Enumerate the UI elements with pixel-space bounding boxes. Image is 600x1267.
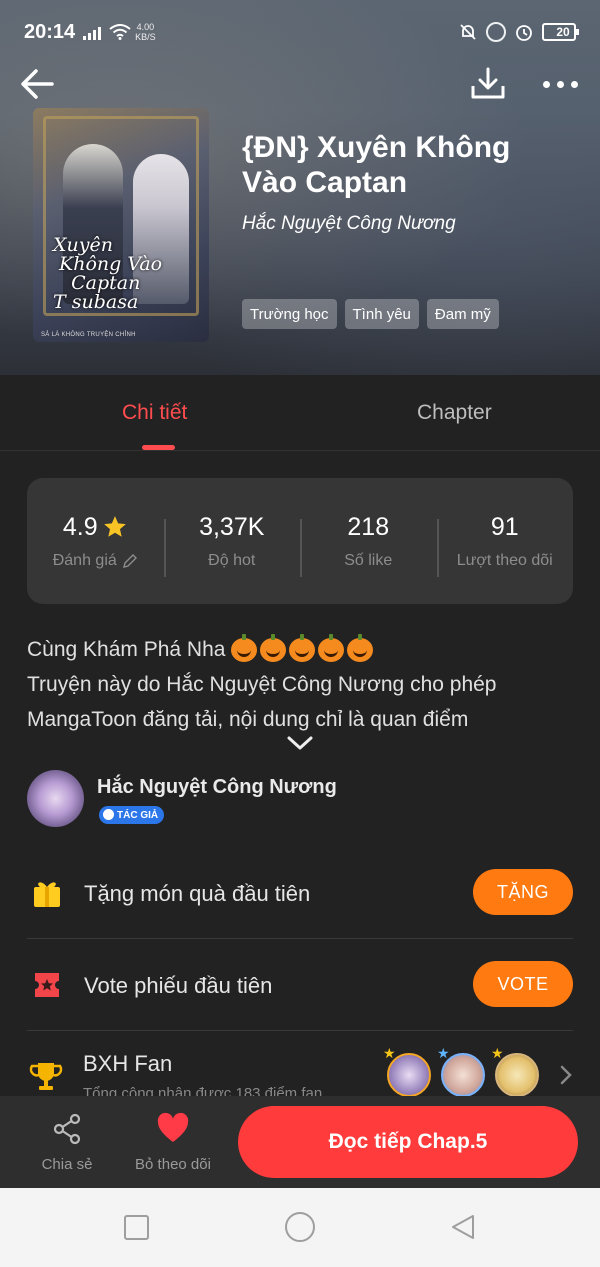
status-time: 20:14 [24,20,76,43]
back-arrow-icon[interactable] [16,62,60,106]
book-cover[interactable]: Xuyên Không Vào Captan T subasa SẢ LÀ KHÔ… [33,108,209,342]
data-saver-icon [486,22,506,42]
vote-ticket-icon [35,973,59,997]
fan-avatar[interactable] [491,1045,539,1097]
chevron-right-icon [560,1065,572,1085]
stat-rating[interactable]: 4.9 Đánh giá [27,513,164,570]
gift-label: Tặng món quà đầu tiên [84,881,311,906]
fan-ranking-title: BXH Fan [83,1051,173,1076]
system-navigation-bar [0,1188,600,1267]
vote-row: Vote phiếu đầu tiên VOTE [27,939,573,1031]
network-speed: 4.00 KB/S [135,22,156,42]
description-line-3: MangaToon đăng tải, nội dung chỉ là quan… [27,708,469,731]
top-fans [383,1045,539,1097]
tab-bar: Chi tiết Chapter [0,375,600,451]
more-dots-icon[interactable] [536,62,584,106]
author-badge: TÁC GIẢ [99,806,165,824]
fan-ranking-row[interactable]: BXH Fan Tổng cộng nhận được 183 điểm fan [27,1031,573,1101]
tab-details[interactable]: Chi tiết [122,401,187,425]
battery-level: 20 [556,25,570,39]
status-bar: 20:14 4.00 KB/S 20 [0,0,600,64]
author-avatar[interactable] [27,770,84,827]
pumpkin-emoji-icons [231,634,374,663]
nav-back-icon[interactable] [448,1212,478,1242]
genre-tags: Trường học Tình yêu Đam mỹ [242,299,499,329]
likes-label: Số like [344,551,393,569]
share-icon [53,1113,81,1145]
network-speed-value: 4.00 [136,22,155,32]
recent-apps-icon[interactable] [124,1215,149,1240]
tab-chapter[interactable]: Chapter [417,401,492,425]
vote-button[interactable]: VOTE [473,961,573,1007]
edit-pencil-icon[interactable] [122,553,138,569]
trophy-icon [29,1063,63,1090]
tag-school[interactable]: Trường học [242,299,337,329]
bottom-action-bar: Chia sẻ Bỏ theo dõi Đọc tiếp Chap.5 [0,1096,600,1188]
description-line-1: Cùng Khám Phá Nha [27,638,226,661]
home-icon[interactable] [285,1212,315,1242]
stat-hot: 3,37K Độ hot [163,512,301,577]
expand-chevron-icon[interactable] [286,734,314,752]
book-title: {ĐN} Xuyên Không Vào Captan [242,131,511,199]
description-line-2: Truyện này do Hắc Nguyệt Công Nương cho … [27,673,497,696]
stat-likes: 218 Số like [300,512,437,577]
hot-label: Độ hot [208,551,256,569]
stat-followers: 91 Lượt theo dõi [436,512,574,577]
author-row[interactable]: Hắc Nguyệt Công Nương TÁC GIẢ [27,770,573,830]
fan-avatar[interactable] [383,1045,431,1097]
star-icon [103,516,126,537]
rating-label: Đánh giá [52,551,117,569]
alarm-icon [516,25,532,41]
unfollow-label: Bỏ theo dõi [135,1156,211,1173]
wifi-icon [109,24,131,40]
rating-value: 4.9 [62,512,98,541]
fan-avatar[interactable] [437,1045,485,1097]
network-speed-unit: KB/S [135,32,156,42]
author-name[interactable]: Hắc Nguyệt Công Nương [97,776,337,799]
share-button[interactable]: Chia sẻ [22,1112,112,1173]
share-label: Chia sẻ [41,1156,93,1173]
description[interactable]: Cùng Khám Phá Nha Truyện này do Hắc Nguy… [27,632,573,737]
gift-row: Tặng món quà đầu tiên TẶNG [27,847,573,939]
download-icon[interactable] [466,62,510,106]
followers-label: Lượt theo dõi [456,551,553,569]
continue-reading-button[interactable]: Đọc tiếp Chap.5 [238,1106,578,1178]
book-author[interactable]: Hắc Nguyệt Công Nương [242,213,456,235]
gift-button[interactable]: TẶNG [473,869,573,915]
tab-active-indicator [142,445,175,450]
followers-value: 91 [490,512,519,541]
mute-bell-icon [460,24,476,40]
battery-indicator: 20 [542,23,579,41]
likes-value: 218 [347,512,390,541]
vote-label: Vote phiếu đầu tiên [84,973,273,998]
tag-love[interactable]: Tình yêu [344,299,419,329]
gift-icon [34,882,60,907]
stats-card: 4.9 Đánh giá 3,37K Độ hot 218 Số like 91… [27,478,573,604]
book-header: 20:14 4.00 KB/S 20 Xuyên Không Vào Capta… [0,0,600,375]
heart-icon [157,1112,189,1142]
tag-bl[interactable]: Đam mỹ [426,299,499,329]
hot-value: 3,37K [199,512,265,541]
unfollow-button[interactable]: Bỏ theo dõi [128,1112,218,1173]
signal-icon [83,24,102,40]
